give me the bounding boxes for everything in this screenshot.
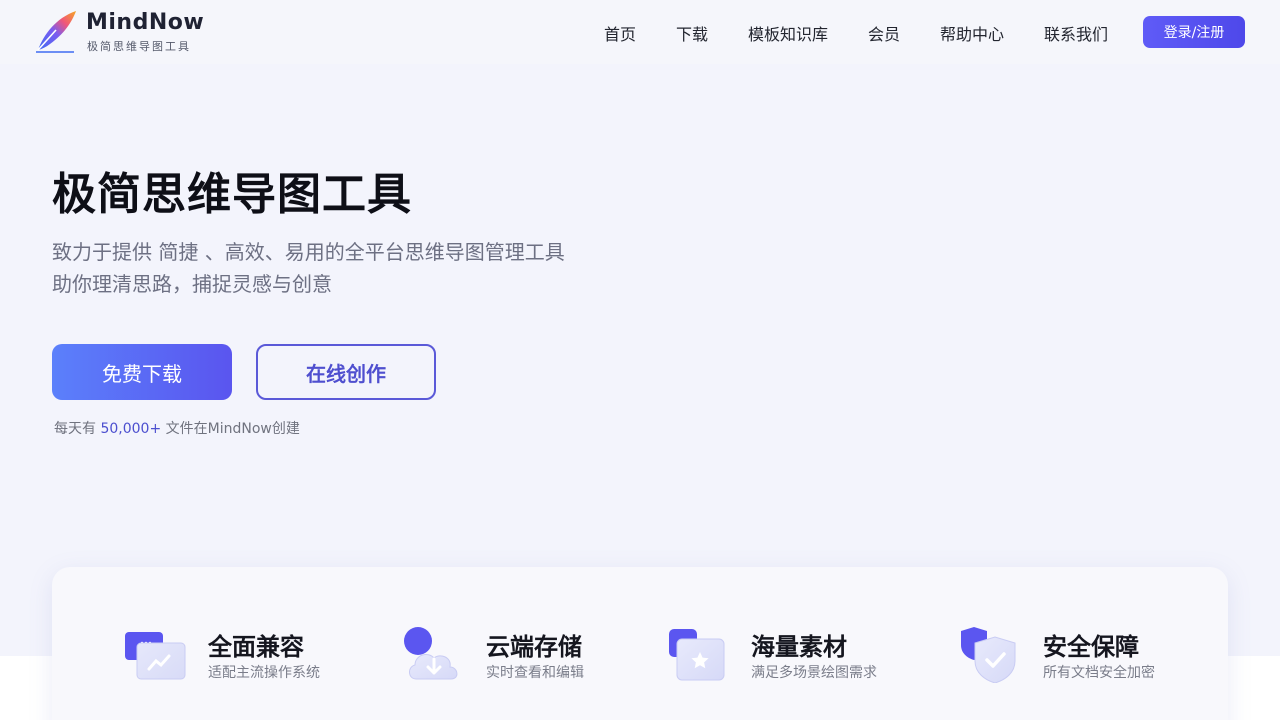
feature-title: 海量素材 xyxy=(751,633,847,661)
shield-check-icon xyxy=(961,627,1016,683)
feature-title: 全面兼容 xyxy=(208,633,304,661)
main-nav: 首页 下载 模板知识库 会员 帮助中心 联系我们 登录/注册 xyxy=(0,0,1280,64)
daily-stat: 每天有 50,000+ 文件在MindNow创建 xyxy=(54,418,300,438)
stat-prefix: 每天有 xyxy=(54,421,101,437)
hero-description-line2: 助你理清思路，捕捉灵感与创意 xyxy=(52,272,332,296)
hero-title: 极简思维导图工具 xyxy=(52,169,412,220)
feature-description: 所有文档安全加密 xyxy=(1043,665,1155,681)
cloud-download-icon xyxy=(404,627,458,680)
nav-item-membership[interactable]: 会员 xyxy=(868,21,900,45)
login-register-button[interactable]: 登录/注册 xyxy=(1143,16,1245,48)
feature-security: 安全保障 所有文档安全加密 xyxy=(959,627,1219,687)
feature-materials: 海量素材 满足多场景绘图需求 xyxy=(667,627,927,687)
feature-cloud-storage: 云端存储 实时查看和编辑 xyxy=(402,627,642,687)
feature-description: 适配主流操作系统 xyxy=(208,665,320,681)
hero-description-line1: 致力于提供 简捷 、高效、易用的全平台思维导图管理工具 xyxy=(52,240,565,264)
features-card: 全面兼容 适配主流操作系统 云端存储 实时查看和编辑 海量素材 满足多场景绘图需… xyxy=(52,567,1228,720)
stat-suffix: 文件在MindNow创建 xyxy=(161,421,300,437)
feature-title: 云端存储 xyxy=(486,633,582,661)
feature-description: 满足多场景绘图需求 xyxy=(751,665,877,681)
feature-description: 实时查看和编辑 xyxy=(486,665,584,681)
nav-item-contact[interactable]: 联系我们 xyxy=(1044,21,1108,45)
stat-count: 50,000+ xyxy=(100,421,162,437)
feature-title: 安全保障 xyxy=(1043,633,1139,661)
star-folder-icon xyxy=(669,629,725,681)
devices-icon xyxy=(125,632,186,680)
nav-item-templates[interactable]: 模板知识库 xyxy=(748,21,828,45)
hero-background xyxy=(0,0,1280,656)
nav-item-home[interactable]: 首页 xyxy=(604,21,636,45)
online-create-button[interactable]: 在线创作 xyxy=(256,344,436,400)
free-download-button[interactable]: 免费下载 xyxy=(52,344,232,400)
nav-item-help[interactable]: 帮助中心 xyxy=(940,21,1004,45)
nav-item-download[interactable]: 下载 xyxy=(676,21,708,45)
site-header: MindNow 极简思维导图工具 首页 下载 模板知识库 会员 帮助中心 联系我… xyxy=(0,0,1280,64)
feature-compatibility: 全面兼容 适配主流操作系统 xyxy=(124,627,364,687)
